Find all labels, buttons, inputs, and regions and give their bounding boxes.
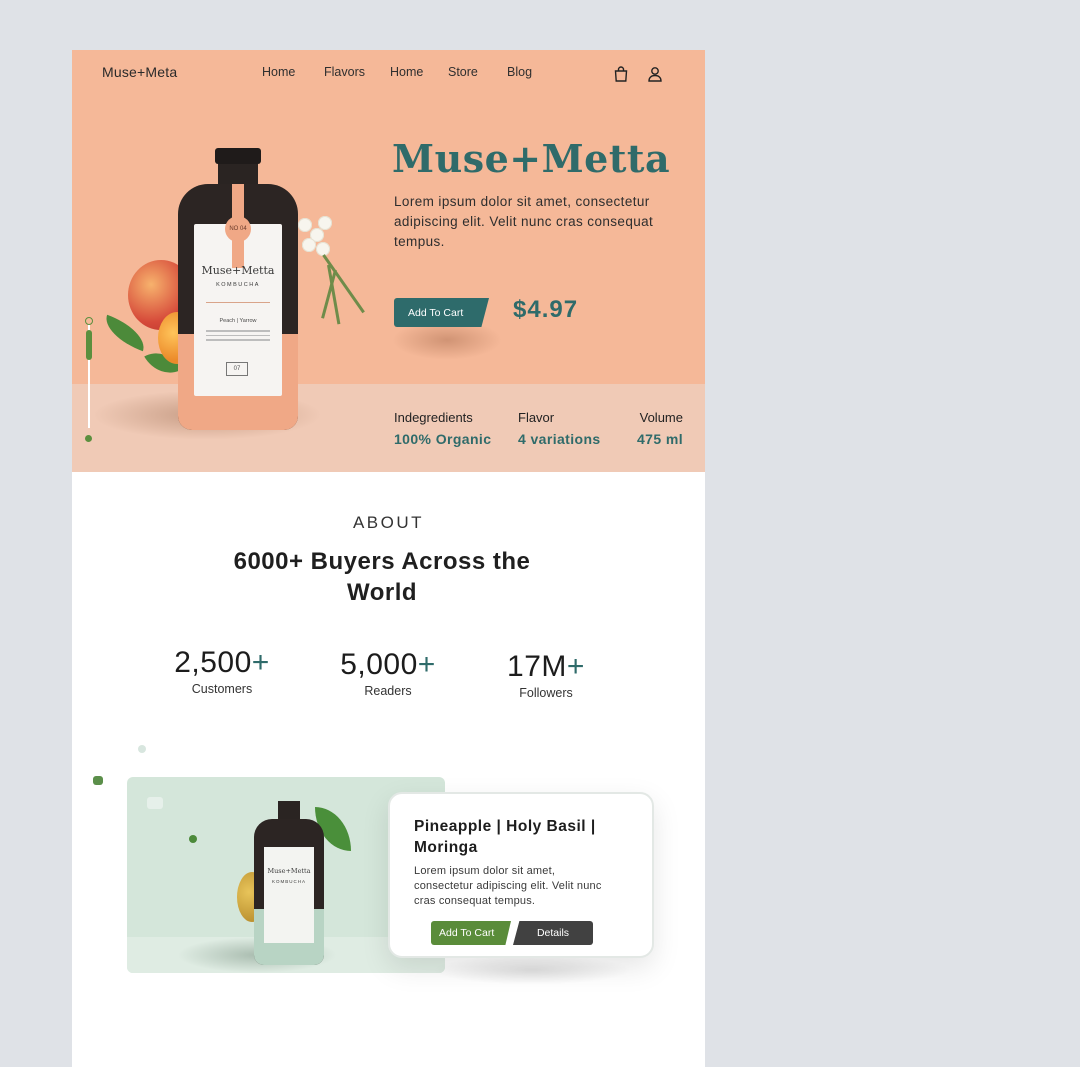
yarrow-flower-graphic xyxy=(302,238,316,252)
product-title: Pineapple | Holy Basil | Moringa xyxy=(414,818,596,856)
bottle-label-name: Muse+Metta xyxy=(201,264,275,277)
nav-link-home-2[interactable]: Home xyxy=(390,65,423,79)
nav-link-flavors[interactable]: Flavors xyxy=(324,65,365,79)
bottle-label-text-lines xyxy=(206,330,270,344)
hero-description: Lorem ipsum dolor sit amet, consectetur … xyxy=(394,194,654,249)
site-logo[interactable]: Muse+Meta xyxy=(102,64,177,80)
bottle-label-name: Muse+Metta xyxy=(267,867,311,875)
product-card: Pineapple | Holy Basil | Moringa Lorem i… xyxy=(388,792,654,958)
product-description: Lorem ipsum dolor sit amet, consectetur … xyxy=(414,865,602,907)
landing-page: Muse+Meta Home Flavors Home Store Blog N… xyxy=(72,50,705,1067)
bottle-label-sub: KOMBUCHA xyxy=(216,282,260,288)
stat-plus: + xyxy=(251,646,270,679)
bottle-label-rule xyxy=(206,302,270,303)
stat-number: 17M xyxy=(507,650,567,683)
spec-volume: Volume 475 ml xyxy=(631,410,683,447)
slider-dot-top[interactable] xyxy=(85,317,93,325)
shopping-bag-icon[interactable] xyxy=(612,65,630,83)
yarrow-flower-graphic xyxy=(298,218,312,232)
stat-plus: + xyxy=(566,650,585,683)
about-title: 6000+ Buyers Across the World xyxy=(233,548,531,606)
nav-link-store[interactable]: Store xyxy=(448,65,478,79)
fern-graphic xyxy=(322,254,365,314)
kombucha-bottle-image: NO 04 Muse+Metta KOMBUCHA Peach | Yarrow… xyxy=(178,148,298,430)
product-add-to-cart-button[interactable]: Add To Cart xyxy=(431,921,511,945)
bottle-label-sub: KOMBUCHA xyxy=(271,879,306,884)
stat-number: 2,500 xyxy=(174,646,252,679)
price: $4.97 xyxy=(513,296,579,323)
spec-value: 100% Organic xyxy=(394,431,492,447)
spec-label: Indegredients xyxy=(394,410,473,425)
stat-followers: 17M+ Followers xyxy=(500,650,592,700)
stat-caption: Followers xyxy=(519,686,573,700)
stat-plus: + xyxy=(417,648,436,681)
bottle-badge: NO 04 xyxy=(225,216,251,242)
decor-dot xyxy=(189,835,197,843)
spec-value: 4 variations xyxy=(518,431,601,447)
bottle-label xyxy=(264,847,314,943)
stat-caption: Readers xyxy=(364,684,412,698)
card-shadow xyxy=(432,955,632,985)
stat-readers: 5,000+ Readers xyxy=(336,648,440,698)
about-kicker: ABOUT xyxy=(352,513,425,532)
add-to-cart-button[interactable]: Add To Cart xyxy=(394,298,489,327)
product-details-button[interactable]: Details xyxy=(513,921,593,945)
user-icon[interactable] xyxy=(646,65,664,83)
stat-customers: 2,500+ Customers xyxy=(172,646,272,696)
decor-dot xyxy=(93,776,103,785)
spec-value: 475 ml xyxy=(637,431,683,447)
spec-label: Flavor xyxy=(518,410,555,425)
bottle-label-batch: 07 xyxy=(226,362,248,376)
slider-active-indicator[interactable] xyxy=(86,330,92,360)
stat-number: 5,000 xyxy=(340,648,418,681)
bottle-label-flavor: Peach | Yarrow xyxy=(219,318,257,324)
nav-link-home[interactable]: Home xyxy=(262,65,295,79)
decor-dot xyxy=(138,745,146,753)
yarrow-flower-graphic xyxy=(318,216,332,230)
product-bottle-image: Muse+Metta KOMBUCHA xyxy=(254,801,324,965)
decor-square xyxy=(147,797,163,809)
nav-link-blog[interactable]: Blog xyxy=(507,65,532,79)
slider-dot-bottom[interactable] xyxy=(85,435,92,442)
spec-ingredients: Indegredients 100% Organic xyxy=(394,410,491,447)
spec-label: Volume xyxy=(639,410,683,425)
hero-section: Muse+Meta Home Flavors Home Store Blog N… xyxy=(72,50,705,472)
bottle-body xyxy=(254,819,324,965)
hero-title: Muse+Metta xyxy=(392,136,671,181)
spec-flavor: Flavor 4 variations xyxy=(518,410,601,447)
bottle-cap xyxy=(215,148,261,164)
stat-caption: Customers xyxy=(191,682,253,696)
